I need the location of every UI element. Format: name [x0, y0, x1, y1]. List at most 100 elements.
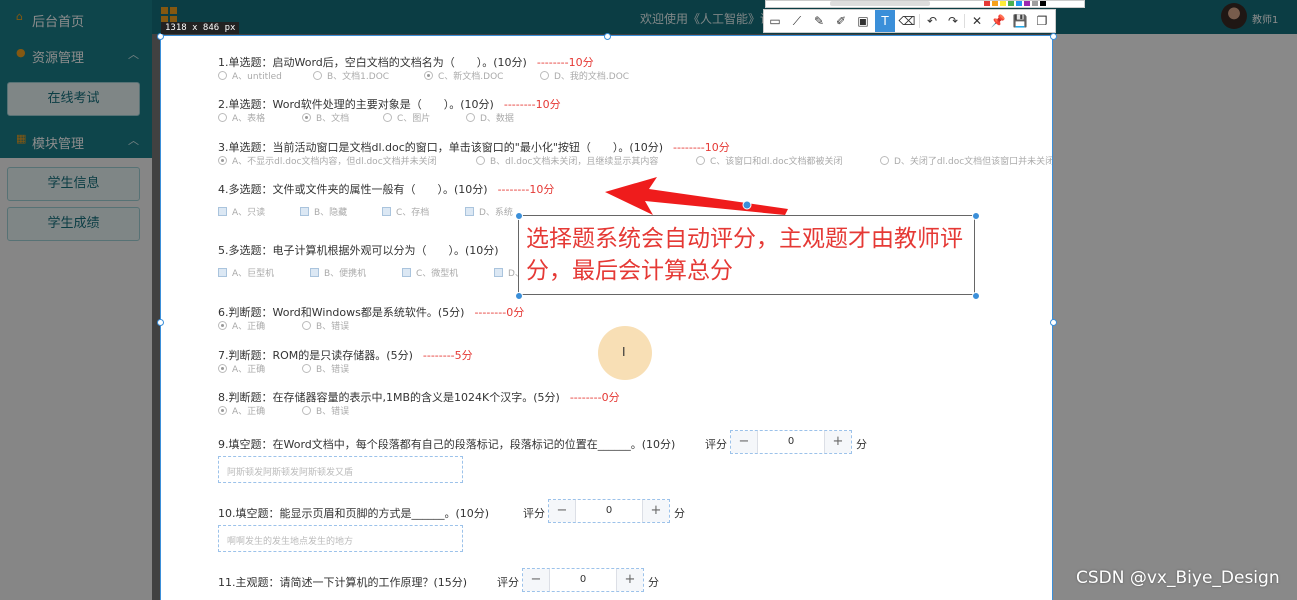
checkbox-icon — [218, 207, 227, 216]
undo-icon[interactable]: ↶ — [922, 10, 942, 32]
grade-unit: 分 — [856, 438, 867, 451]
radio-option[interactable]: A、表格 — [218, 111, 265, 124]
decrement-button[interactable]: − — [731, 431, 758, 453]
radio-icon — [218, 321, 227, 330]
radio-option[interactable]: C、新文档.DOC — [424, 69, 503, 82]
radio-icon — [218, 156, 227, 165]
color-palette[interactable] — [765, 0, 1085, 8]
resize-handle[interactable] — [515, 212, 523, 220]
color-swatch[interactable] — [1000, 1, 1006, 6]
student-answer: 啊啊发生的发生地点发生的地方 — [218, 525, 463, 552]
pen-icon[interactable]: ✎ — [809, 10, 829, 32]
color-swatch[interactable] — [1024, 1, 1030, 6]
sidebar-item-student-scores[interactable]: 学生成绩 — [7, 207, 140, 241]
sidebar-item-modules[interactable]: ▦ 模块管理 ︿ — [0, 122, 152, 160]
size-slider[interactable] — [830, 1, 930, 6]
radio-icon — [218, 364, 227, 373]
color-swatch[interactable] — [1016, 1, 1022, 6]
grade-value[interactable]: 0 — [575, 500, 643, 522]
radio-icon — [424, 71, 433, 80]
radio-option[interactable]: C、图片 — [383, 111, 430, 124]
radio-option[interactable]: A、正确 — [218, 404, 265, 417]
rect-select-icon[interactable]: ▭ — [765, 10, 785, 32]
content-background — [1053, 34, 1297, 600]
decrement-button[interactable]: − — [523, 569, 550, 591]
checkbox-option[interactable]: A、只读 — [218, 205, 265, 218]
annotation-text[interactable]: 选择题系统会自动评分，主观题才由教师评分，最后会计算总分 — [526, 223, 971, 287]
resize-handle[interactable] — [157, 33, 164, 40]
avatar[interactable] — [1221, 3, 1247, 29]
radio-option[interactable]: B、错误 — [302, 319, 349, 332]
resize-handle[interactable] — [972, 212, 980, 220]
checkbox-icon — [218, 268, 227, 277]
radio-icon — [466, 113, 475, 122]
grade-value[interactable]: 0 — [549, 569, 617, 591]
grade-unit: 分 — [674, 507, 685, 520]
resize-handle[interactable] — [1050, 33, 1057, 40]
sidebar-item-resource[interactable]: ● 资源管理 ︿ — [0, 36, 152, 74]
radio-option[interactable]: A、不显示dl.doc文档内容，但dl.doc文档并未关闭 — [218, 154, 437, 167]
checkbox-icon — [465, 207, 474, 216]
radio-option[interactable]: B、文档 — [302, 111, 349, 124]
radio-option[interactable]: B、错误 — [302, 404, 349, 417]
checkbox-option[interactable]: B、隐藏 — [300, 205, 347, 218]
sidebar-item-label: 模块管理 — [32, 137, 85, 152]
radio-option[interactable]: A、正确 — [218, 362, 265, 375]
redo-icon[interactable]: ↷ — [943, 10, 963, 32]
radio-icon — [302, 364, 311, 373]
sidebar-item-online-exam[interactable]: 在线考试 — [7, 82, 140, 116]
grade-stepper[interactable]: − 0 + — [730, 430, 852, 454]
checkbox-option[interactable]: B、便携机 — [310, 266, 366, 279]
marker-icon[interactable]: ✐ — [831, 10, 851, 32]
chevron-up-icon: ︿ — [128, 48, 139, 61]
radio-option[interactable]: D、我的文档.DOC — [540, 69, 629, 82]
grade-label: 评分 — [497, 576, 519, 589]
checkbox-option[interactable]: C、存档 — [382, 205, 429, 218]
radio-option[interactable]: D、数据 — [466, 111, 514, 124]
pin-icon[interactable]: 📌 — [988, 10, 1008, 32]
radio-icon — [313, 71, 322, 80]
eraser-icon[interactable]: ⌫ — [897, 10, 917, 32]
resize-handle[interactable] — [157, 319, 164, 326]
checkbox-option[interactable]: C、微型机 — [402, 266, 458, 279]
mosaic-icon[interactable]: ▣ — [853, 10, 873, 32]
decrement-button[interactable]: − — [549, 500, 576, 522]
resize-handle[interactable] — [515, 292, 523, 300]
color-swatch[interactable] — [992, 1, 998, 6]
checkbox-icon — [300, 207, 309, 216]
radio-option[interactable]: B、错误 — [302, 362, 349, 375]
text-icon[interactable]: T — [875, 10, 895, 32]
username[interactable]: 教师1 — [1252, 11, 1278, 26]
checkbox-option[interactable]: D、系统 — [465, 205, 513, 218]
color-swatch[interactable] — [1032, 1, 1038, 6]
increment-button[interactable]: + — [824, 431, 851, 453]
line-icon[interactable]: ⟋ — [787, 10, 807, 32]
close-icon[interactable]: ✕ — [967, 10, 987, 32]
radio-option[interactable]: B、文档1.DOC — [313, 69, 389, 82]
sidebar-item-home[interactable]: ⌂ 后台首页 — [0, 0, 152, 38]
resize-handle[interactable] — [604, 33, 611, 40]
menu-grid-icon[interactable] — [161, 7, 177, 23]
grade-stepper[interactable]: − 0 + — [548, 499, 670, 523]
color-swatch[interactable] — [984, 1, 990, 6]
radio-option[interactable]: C、该窗口和dl.doc文档都被关闭 — [696, 154, 843, 167]
chevron-up-icon: ︿ — [128, 134, 139, 147]
save-icon[interactable]: 💾 — [1010, 10, 1030, 32]
color-swatch[interactable] — [1008, 1, 1014, 6]
increment-button[interactable]: + — [642, 500, 669, 522]
radio-option[interactable]: A、正确 — [218, 319, 265, 332]
radio-option[interactable]: A、untitled — [218, 69, 282, 82]
resize-handle[interactable] — [972, 292, 980, 300]
grade-stepper[interactable]: − 0 + — [522, 568, 644, 592]
radio-option[interactable]: D、关闭了dl.doc文档但该窗口并未关闭 — [880, 154, 1053, 167]
radio-icon — [383, 113, 392, 122]
resize-handle[interactable] — [1050, 319, 1057, 326]
checkbox-option[interactable]: A、巨型机 — [218, 266, 274, 279]
sidebar-item-student-info[interactable]: 学生信息 — [7, 167, 140, 201]
grade-value[interactable]: 0 — [757, 431, 825, 453]
increment-button[interactable]: + — [616, 569, 643, 591]
radio-option[interactable]: B、dl.doc文档未关闭，且继续显示其内容 — [476, 154, 658, 167]
color-swatch[interactable] — [1040, 1, 1046, 6]
copy-icon[interactable]: ❐ — [1032, 10, 1052, 32]
checkbox-icon — [494, 268, 503, 277]
